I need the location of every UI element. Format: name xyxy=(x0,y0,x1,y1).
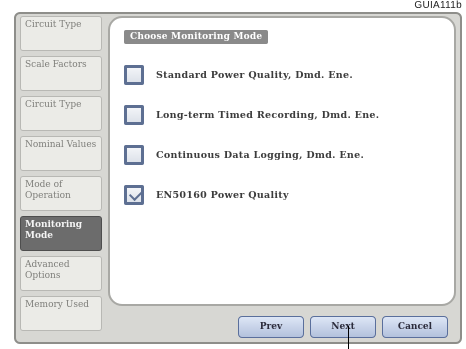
sidebar-item-mode-of-operation[interactable]: Mode of Operation xyxy=(20,176,102,211)
sidebar-item-label: Circuit Type xyxy=(25,100,82,110)
next-button[interactable]: Next xyxy=(310,316,376,338)
callout-line xyxy=(348,326,349,349)
mode-option-en50160[interactable]: EN50160 Power Quality xyxy=(120,176,379,214)
wizard-button-bar: Prev Next Cancel xyxy=(238,316,448,338)
sidebar-item-monitoring-mode[interactable]: Monitoring Mode xyxy=(20,216,102,251)
checkbox[interactable] xyxy=(124,145,144,165)
sidebar-item-memory-used[interactable]: Memory Used xyxy=(20,296,102,331)
mode-option-list: Standard Power Quality, Dmd. Ene. Long-t… xyxy=(120,56,379,216)
sidebar-item-label: Circuit Type xyxy=(25,20,82,30)
sidebar-item-label: Nominal Values xyxy=(25,140,97,150)
mode-option-label: Standard Power Quality, Dmd. Ene. xyxy=(156,69,353,81)
prev-button[interactable]: Prev xyxy=(238,316,304,338)
device-screen: Circuit Type Scale Factors Circuit Type … xyxy=(14,12,462,344)
mode-option-standard-power-quality[interactable]: Standard Power Quality, Dmd. Ene. xyxy=(120,56,379,94)
sidebar-item-label: Mode of Operation xyxy=(25,180,71,201)
mode-option-long-term-recording[interactable]: Long-term Timed Recording, Dmd. Ene. xyxy=(120,96,379,134)
cancel-button[interactable]: Cancel xyxy=(382,316,448,338)
checkbox-checked[interactable] xyxy=(124,185,144,205)
sidebar-item-circuit-type-2[interactable]: Circuit Type xyxy=(20,96,102,131)
setup-sidebar: Circuit Type Scale Factors Circuit Type … xyxy=(18,16,104,336)
sidebar-item-label: Memory Used xyxy=(25,300,90,310)
monitoring-mode-panel: Choose Monitoring Mode Standard Power Qu… xyxy=(108,16,456,306)
sidebar-item-label: Advanced Options xyxy=(25,260,70,281)
checkbox[interactable] xyxy=(124,65,144,85)
mode-option-continuous-data-logging[interactable]: Continuous Data Logging, Dmd. Ene. xyxy=(120,136,379,174)
mode-option-label: Long-term Timed Recording, Dmd. Ene. xyxy=(156,109,380,121)
sidebar-item-advanced-options[interactable]: Advanced Options xyxy=(20,256,102,291)
checkbox[interactable] xyxy=(124,105,144,125)
sidebar-item-label: Scale Factors xyxy=(25,60,87,70)
figure-id-label: GUIA111b xyxy=(414,0,462,11)
mode-option-label: EN50160 Power Quality xyxy=(156,189,289,201)
panel-title: Choose Monitoring Mode xyxy=(124,30,269,44)
sidebar-item-label: Monitoring Mode xyxy=(25,220,83,241)
sidebar-item-nominal-values[interactable]: Nominal Values xyxy=(20,136,102,171)
sidebar-item-scale-factors[interactable]: Scale Factors xyxy=(20,56,102,91)
mode-option-label: Continuous Data Logging, Dmd. Ene. xyxy=(156,149,365,161)
sidebar-item-circuit-type[interactable]: Circuit Type xyxy=(20,16,102,51)
